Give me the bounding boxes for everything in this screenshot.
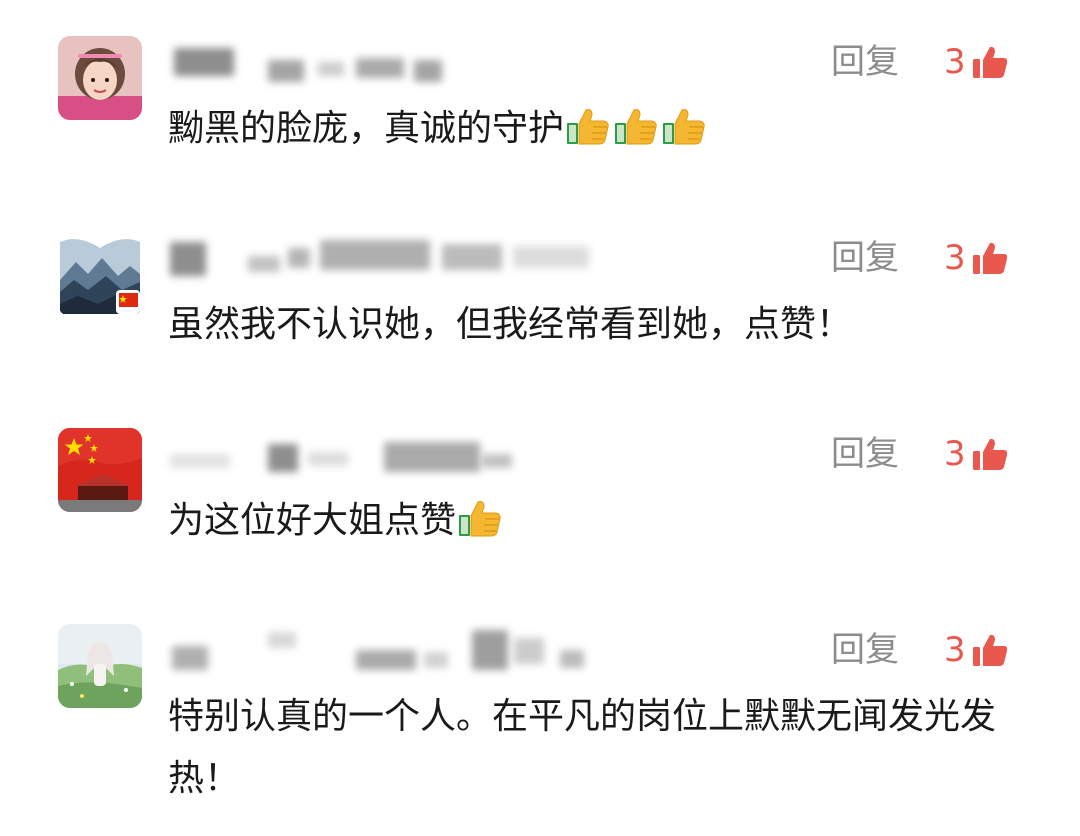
reply-button[interactable]: 回复 xyxy=(831,42,899,82)
avatar-woman-portrait xyxy=(58,36,142,120)
reply-button[interactable]: 回复 xyxy=(831,630,899,670)
like-button[interactable]: 3 xyxy=(944,630,1010,670)
username-blurred[interactable] xyxy=(168,236,608,282)
username-blurred[interactable] xyxy=(168,40,608,86)
thumbs-up-emoji-icon xyxy=(565,106,611,146)
like-count: 3 xyxy=(944,238,966,278)
reply-button[interactable]: 回复 xyxy=(831,238,899,278)
thumbs-up-icon xyxy=(970,42,1010,82)
like-count: 3 xyxy=(944,630,966,670)
avatar[interactable] xyxy=(58,36,142,120)
comment-text-content: 虽然我不认识她，但我经常看到她，点赞！ xyxy=(168,304,853,345)
comment-text: 特别认真的一个人。在平凡的岗位上默默无闻发光发热！ xyxy=(168,686,1028,810)
comment-text: 黝黑的脸庞，真诚的守护 xyxy=(168,98,1028,160)
thumbs-up-icon xyxy=(970,434,1010,474)
avatar-anime-girl-meadow xyxy=(58,624,142,708)
comment-text: 虽然我不认识她，但我经常看到她，点赞！ xyxy=(168,294,1028,356)
thumbs-up-icon xyxy=(970,238,1010,278)
like-count: 3 xyxy=(944,434,966,474)
thumbs-up-icon xyxy=(970,630,1010,670)
username-blurred[interactable] xyxy=(168,628,608,674)
avatar-mountain-landscape xyxy=(58,232,142,316)
comment-text-content: 为这位好大姐点赞 xyxy=(168,500,457,541)
comment-text-content: 特别认真的一个人。在平凡的岗位上默默无闻发光发热！ xyxy=(168,696,997,799)
thumbs-up-emoji-icon xyxy=(661,106,707,146)
thumbs-up-emoji-icon xyxy=(457,498,503,538)
avatar[interactable] xyxy=(58,624,142,708)
like-button[interactable]: 3 xyxy=(944,434,1010,474)
thumbs-up-emoji-icon xyxy=(613,106,659,146)
reply-button[interactable]: 回复 xyxy=(831,434,899,474)
like-button[interactable]: 3 xyxy=(944,238,1010,278)
comment-text: 为这位好大姐点赞 xyxy=(168,490,1028,552)
avatar[interactable] xyxy=(58,232,142,316)
comment-text-content: 黝黑的脸庞，真诚的守护 xyxy=(168,108,565,149)
username-blurred[interactable] xyxy=(168,432,608,478)
like-button[interactable]: 3 xyxy=(944,42,1010,82)
like-count: 3 xyxy=(944,42,966,82)
avatar-china-flag-tiananmen xyxy=(58,428,142,512)
avatar[interactable] xyxy=(58,428,142,512)
